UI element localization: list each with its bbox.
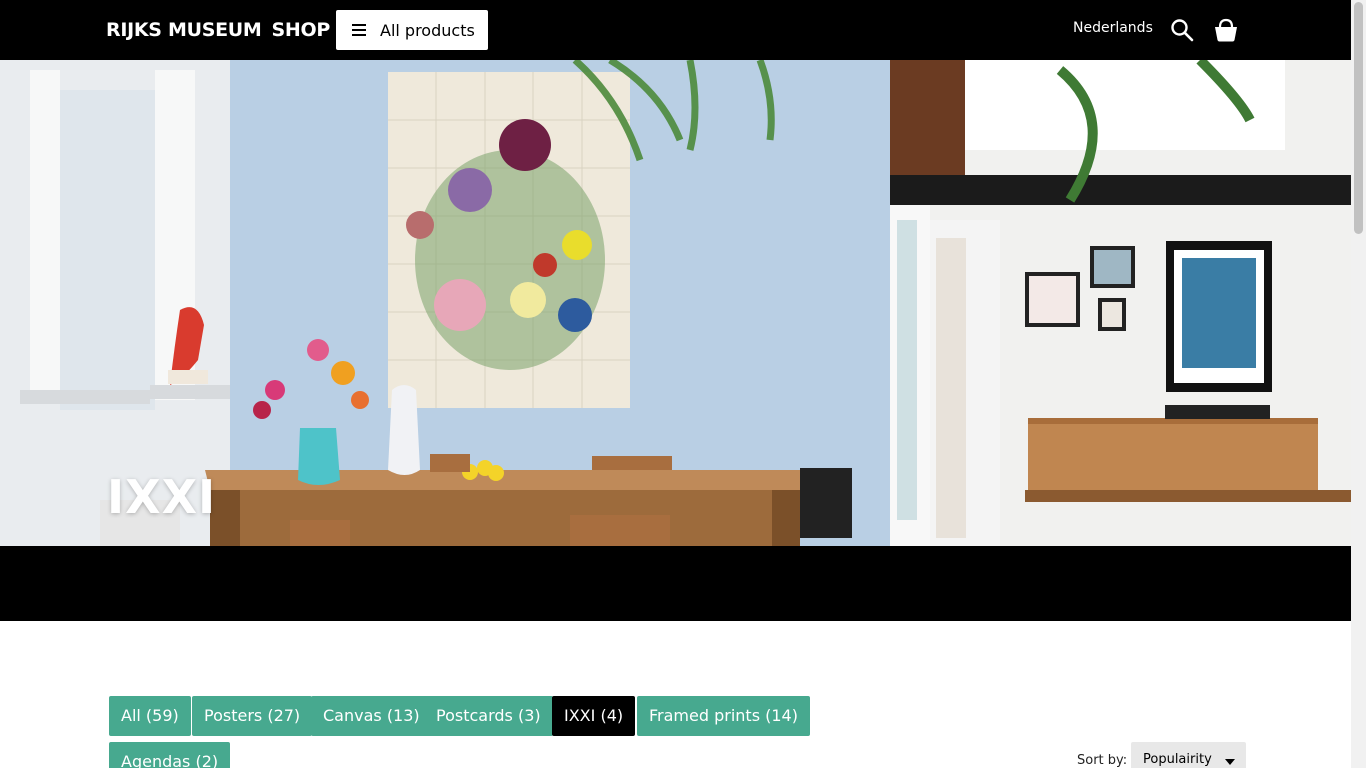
filter-chip-postcards[interactable]: Postcards (3)	[424, 696, 553, 736]
scrollbar-thumb[interactable]	[1354, 2, 1363, 234]
logo-shop-text: SHOP	[271, 19, 331, 41]
search-icon[interactable]	[1170, 18, 1194, 42]
filter-chip-posters[interactable]: Posters (27)	[192, 696, 313, 736]
logo-text: RIJKS MUSEUM	[106, 19, 262, 41]
caret-down-icon	[1225, 759, 1235, 765]
language-switch-link[interactable]: Nederlands	[1073, 20, 1153, 36]
filter-chip-canvas[interactable]: Canvas (13)	[311, 696, 432, 736]
sort-select-dropdown[interactable]: Populairity	[1131, 742, 1246, 768]
sort-by-label: Sort by:	[1077, 753, 1128, 768]
rijksmuseum-shop-logo[interactable]: RIJKS MUSEUM SHOP	[106, 17, 330, 43]
hero-banner: IXXI	[0, 60, 1351, 546]
sort-selected-value: Populairity	[1143, 752, 1212, 767]
filter-chip-agendas[interactable]: Agendas (2)	[109, 742, 231, 768]
filter-chip-all[interactable]: All (59)	[109, 696, 191, 736]
all-products-label: All products	[380, 20, 475, 40]
top-navigation-bar: RIJKS MUSEUM SHOP All products Nederland…	[0, 0, 1351, 60]
hero-bottom-band	[0, 546, 1351, 621]
filter-chip-framed-prints[interactable]: Framed prints (14)	[637, 696, 810, 736]
page-scrollbar[interactable]	[1351, 0, 1366, 768]
all-products-menu-button[interactable]: All products	[336, 10, 488, 50]
shopping-bag-icon[interactable]	[1213, 17, 1239, 43]
hero-title: IXXI	[107, 470, 217, 524]
filter-chip-ixxi[interactable]: IXXI (4)	[552, 696, 636, 736]
hamburger-menu-icon	[352, 24, 366, 36]
